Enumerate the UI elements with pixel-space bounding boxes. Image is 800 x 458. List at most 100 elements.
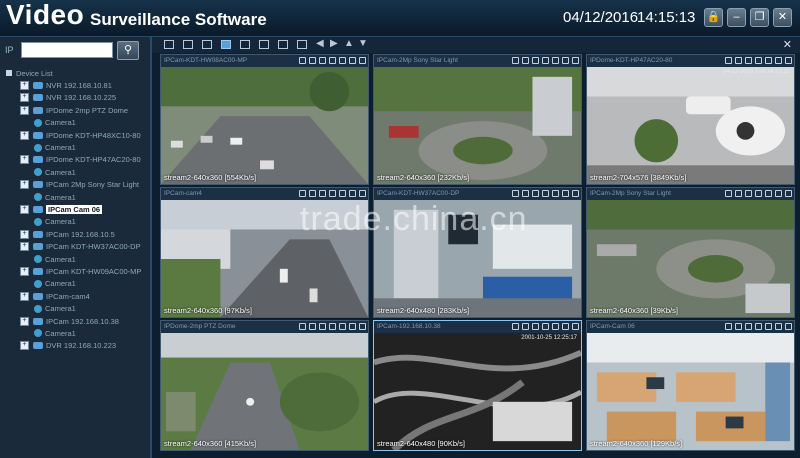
ptz-icon[interactable] [339, 57, 346, 64]
minimize-icon[interactable]: – [727, 8, 746, 27]
camera-tile[interactable]: IPCam-2Mp Sony Star Light stream2-640x360… [586, 187, 795, 318]
video-feed[interactable] [587, 67, 794, 184]
fullscreen-icon[interactable] [349, 57, 356, 64]
close-icon[interactable] [785, 323, 792, 330]
camera-tile[interactable]: IPCam-KDT-HW08AC00-MP stream2-640x360 [55… [160, 54, 369, 185]
video-feed[interactable] [161, 333, 368, 450]
talk-icon[interactable] [542, 323, 549, 330]
audio-icon[interactable] [532, 190, 539, 197]
layout-4-icon[interactable] [183, 40, 193, 49]
close-icon[interactable] [572, 323, 579, 330]
snapshot-icon[interactable] [725, 57, 732, 64]
ptz-icon[interactable] [339, 190, 346, 197]
tree-root[interactable]: Device List [0, 67, 150, 79]
lock-icon[interactable]: 🔒 [704, 8, 723, 27]
camera-tile[interactable]: IPDome-2mp PTZ Dome stream2-640x360 [415K… [160, 320, 369, 451]
ptz-icon[interactable] [552, 190, 559, 197]
video-feed[interactable] [587, 333, 794, 450]
audio-icon[interactable] [532, 323, 539, 330]
video-feed[interactable] [587, 200, 794, 317]
talk-icon[interactable] [329, 57, 336, 64]
expand-icon[interactable]: + [20, 341, 29, 351]
record-icon[interactable] [522, 323, 529, 330]
tree-device-item[interactable]: + IPCam KDT-HW09AC00-MP [0, 265, 150, 277]
audio-icon[interactable] [532, 57, 539, 64]
video-feed[interactable] [161, 67, 368, 184]
tree-camera-item[interactable]: Camera1 [0, 253, 150, 265]
snapshot-icon[interactable] [725, 323, 732, 330]
layout-6-icon[interactable] [202, 40, 212, 49]
close-icon[interactable] [785, 57, 792, 64]
audio-icon[interactable] [319, 190, 326, 197]
close-icon[interactable] [359, 190, 366, 197]
tree-device-item[interactable]: + IPDome KDT-HP48XC10-80 [0, 129, 150, 141]
audio-icon[interactable] [319, 323, 326, 330]
expand-icon[interactable]: + [20, 105, 29, 115]
layout-13-icon[interactable] [278, 40, 288, 49]
fullscreen-icon[interactable] [562, 323, 569, 330]
talk-icon[interactable] [755, 190, 762, 197]
tree-device-item[interactable]: + IPCam KDT-HW37AC00-DP [0, 240, 150, 252]
snapshot-icon[interactable] [512, 323, 519, 330]
arrow-right-icon[interactable]: ▶ [330, 38, 338, 49]
close-icon[interactable] [359, 323, 366, 330]
audio-icon[interactable] [745, 57, 752, 64]
fullscreen-icon[interactable] [775, 190, 782, 197]
ptz-icon[interactable] [552, 57, 559, 64]
tree-device-item[interactable]: + IPCam Cam 06 [0, 203, 150, 215]
talk-icon[interactable] [329, 190, 336, 197]
tree-camera-item[interactable]: Camera1 [0, 327, 150, 339]
ptz-icon[interactable] [765, 190, 772, 197]
tree-camera-item[interactable]: Camera1 [0, 141, 150, 153]
record-icon[interactable] [735, 57, 742, 64]
fullscreen-icon[interactable] [349, 190, 356, 197]
audio-icon[interactable] [745, 323, 752, 330]
talk-icon[interactable] [755, 323, 762, 330]
tree-device-item[interactable]: + IPCam 192.168.10.5 [0, 228, 150, 240]
tree-device-item[interactable]: + DVR 192.168.10.223 [0, 340, 150, 352]
ptz-icon[interactable] [339, 323, 346, 330]
close-icon[interactable]: ✕ [773, 8, 792, 27]
tree-device-item[interactable]: + IPCam 192.168.10.38 [0, 315, 150, 327]
snapshot-icon[interactable] [299, 323, 306, 330]
camera-tile[interactable]: IPDome-KDT-HP47AC20-80 04-12-2016 Tue 14:… [586, 54, 795, 185]
record-icon[interactable] [309, 323, 316, 330]
arrow-down-icon[interactable]: ▼ [358, 38, 368, 49]
audio-icon[interactable] [745, 190, 752, 197]
layout-8-icon[interactable] [240, 40, 250, 49]
expand-icon[interactable]: + [20, 291, 29, 301]
snapshot-icon[interactable] [299, 190, 306, 197]
fullscreen-icon[interactable] [775, 323, 782, 330]
record-icon[interactable] [309, 190, 316, 197]
close-icon[interactable] [359, 57, 366, 64]
layout-16-icon[interactable] [259, 40, 269, 49]
close-icon[interactable] [572, 190, 579, 197]
record-icon[interactable] [522, 57, 529, 64]
layout-9-icon[interactable] [221, 40, 231, 49]
fullscreen-icon[interactable] [775, 57, 782, 64]
tree-device-item[interactable]: + NVR 192.168.10.225 [0, 92, 150, 104]
tree-device-item[interactable]: + IPDome 2mp PTZ Dome [0, 104, 150, 116]
talk-icon[interactable] [542, 57, 549, 64]
expand-icon[interactable]: + [20, 229, 29, 239]
talk-icon[interactable] [329, 323, 336, 330]
arrow-left-icon[interactable]: ◀ [316, 38, 324, 49]
layout-25-icon[interactable] [297, 40, 307, 49]
ptz-icon[interactable] [765, 57, 772, 64]
expand-icon[interactable]: + [20, 316, 29, 326]
tree-camera-item[interactable]: Camera1 [0, 117, 150, 129]
record-icon[interactable] [309, 57, 316, 64]
talk-icon[interactable] [542, 190, 549, 197]
expand-icon[interactable]: + [20, 81, 29, 91]
record-icon[interactable] [522, 190, 529, 197]
talk-icon[interactable] [755, 57, 762, 64]
expand-icon[interactable]: + [20, 266, 29, 276]
snapshot-icon[interactable] [512, 190, 519, 197]
expand-icon[interactable]: + [20, 93, 29, 103]
audio-icon[interactable] [319, 57, 326, 64]
record-icon[interactable] [735, 323, 742, 330]
record-icon[interactable] [735, 190, 742, 197]
tree-camera-item[interactable]: Camera1 [0, 166, 150, 178]
snapshot-icon[interactable] [725, 190, 732, 197]
expand-icon[interactable]: + [20, 242, 29, 252]
